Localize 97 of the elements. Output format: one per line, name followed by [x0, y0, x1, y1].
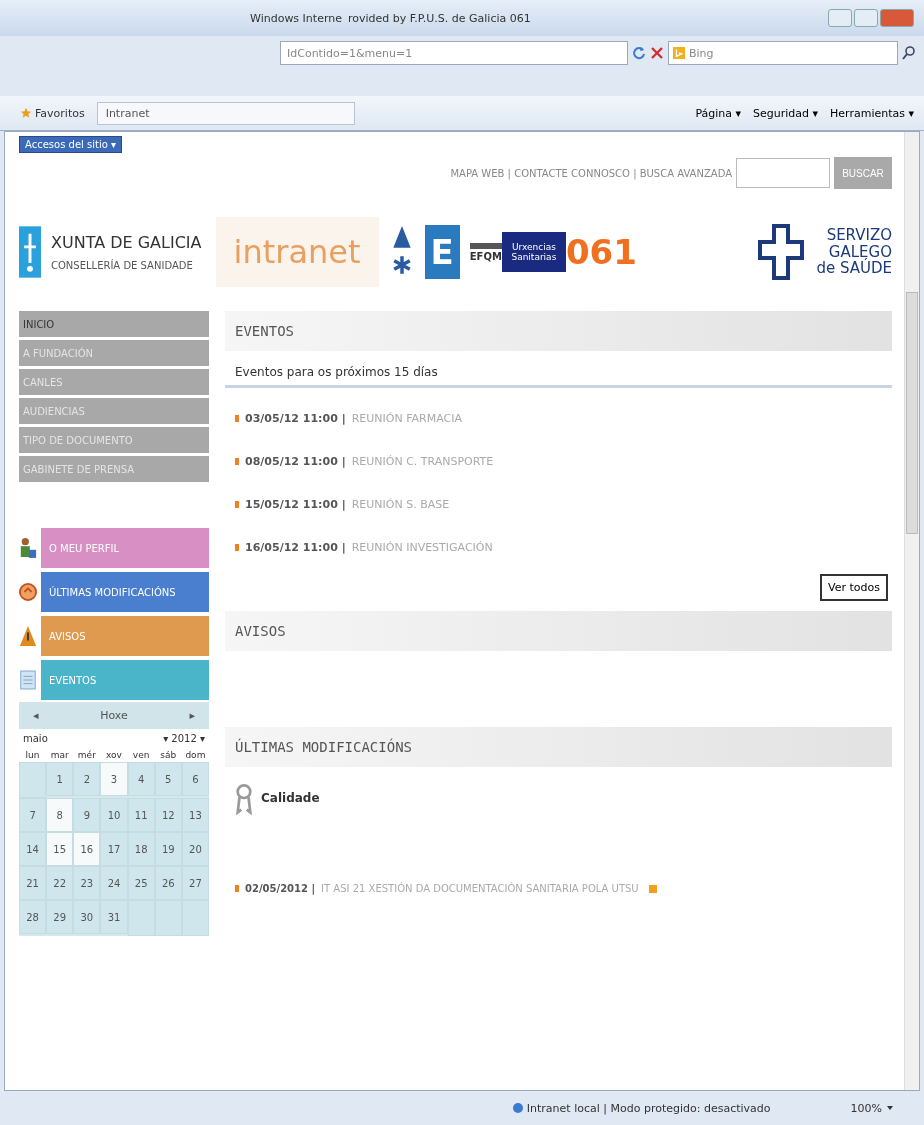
search-icon[interactable] — [902, 46, 916, 60]
section-header: EVENTOS — [225, 311, 892, 351]
bullet-icon — [235, 415, 239, 422]
bullet-icon — [235, 458, 239, 465]
calendar-day[interactable]: 12 — [154, 798, 182, 832]
calendar-day[interactable]: 14 — [19, 832, 47, 866]
month-select[interactable]: maio — [23, 733, 48, 744]
bullet-icon — [235, 544, 239, 551]
emergency-logo: Urxencias Sanitarias — [501, 232, 566, 272]
calendar-day[interactable]: 18 — [127, 832, 155, 866]
calendar-day[interactable]: 1 — [46, 762, 74, 796]
caret-icon — [886, 1104, 894, 1112]
people-icon — [19, 535, 37, 561]
calendar-day[interactable]: 25 — [127, 866, 155, 900]
calendar-day[interactable]: 22 — [46, 866, 74, 900]
calendar-day[interactable]: 19 — [154, 832, 182, 866]
external-link-icon[interactable] — [648, 884, 657, 893]
site-access-menu[interactable]: Accesos del sitio ▾ — [19, 136, 122, 153]
calendar-day[interactable]: 5 — [154, 762, 182, 796]
address-field[interactable]: IdContido=1&menu=1 — [280, 41, 628, 65]
security-zone: Intranet local | Modo protegido: desactivado — [512, 1101, 771, 1115]
calendar-day[interactable]: 23 — [73, 866, 101, 900]
event-date: 08/05/12 11:00 | — [245, 455, 346, 468]
calendar-day[interactable]: 30 — [73, 900, 101, 934]
category-title: Calidade — [261, 791, 320, 805]
today-button[interactable]: Hoxe — [94, 708, 134, 723]
calendar-day[interactable]: 16 — [73, 832, 101, 866]
star-icon — [20, 107, 32, 119]
bullet-icon — [235, 501, 239, 508]
shortcut-item[interactable]: ÚLTIMAS MODIFICACIÓNS — [41, 572, 209, 612]
service-logo-text: SERVIZO GALEGO de SAÚDE — [816, 227, 892, 277]
calendar-day[interactable]: 8 — [46, 798, 74, 832]
favorites-button[interactable]: Favoritos — [20, 106, 85, 120]
calendar-day[interactable]: 28 — [19, 900, 47, 934]
weekday-label: mér — [73, 748, 101, 762]
search-field[interactable]: Bing — [668, 41, 898, 65]
calendar-day[interactable]: 7 — [19, 798, 47, 832]
event-date: 15/05/12 11:00 | — [245, 498, 346, 511]
command-menu[interactable]: Seguridad ▾ — [751, 104, 821, 122]
nav-item[interactable]: INICIO — [19, 311, 209, 337]
next-month-button[interactable]: ▸ — [183, 708, 201, 723]
bullet-icon — [235, 885, 239, 892]
calendar-day[interactable]: 15 — [46, 832, 74, 866]
organization-name: XUNTA DE GALICIA — [51, 233, 202, 252]
calendar-day[interactable]: 6 — [181, 762, 209, 796]
command-menu[interactable]: Herramientas ▾ — [828, 104, 916, 122]
calendar-day[interactable]: 11 — [127, 798, 155, 832]
scrollbar[interactable] — [904, 132, 919, 1090]
calendar-day[interactable]: 20 — [181, 832, 209, 866]
refresh-icon[interactable] — [632, 46, 646, 60]
calendar-day[interactable]: 13 — [181, 798, 209, 832]
calendar-day[interactable]: 29 — [46, 900, 74, 934]
window-title: rovided by F.P.U.S. de Galicia 061 — [347, 11, 531, 25]
calendar-icon — [19, 667, 37, 693]
view-all-button[interactable]: Ver todos — [820, 574, 888, 601]
calendar-day[interactable]: 3 — [100, 762, 128, 796]
weekday-label: dom — [181, 748, 209, 762]
section-header: ÚLTIMAS MODIFICACIÓNS — [225, 727, 892, 767]
maximize-button[interactable] — [854, 9, 878, 27]
calendar-day[interactable]: 17 — [100, 832, 128, 866]
weekday-label: xov — [100, 748, 128, 762]
e-logo: E — [424, 225, 460, 279]
intranet-banner: intranet — [215, 217, 379, 287]
calendar-day[interactable]: 31 — [100, 900, 128, 934]
weekday-label: sáb — [154, 748, 182, 762]
zoom-control[interactable]: 100% — [850, 1101, 894, 1115]
event-date: 03/05/12 11:00 | — [245, 412, 346, 425]
calendar-day[interactable]: 26 — [154, 866, 182, 900]
calendar-day[interactable]: 27 — [181, 866, 209, 900]
minimize-button[interactable] — [828, 9, 852, 27]
browser-tab[interactable]: Intranet — [96, 101, 355, 125]
department-name: CONSELLERÍA DE SANIDADE — [51, 260, 194, 271]
window-title: Windows Interne — [250, 11, 342, 25]
calendar-day[interactable]: 24 — [100, 866, 128, 900]
close-button[interactable] — [880, 9, 914, 27]
weekday-label: lun — [19, 748, 47, 762]
section-header: AVISOS — [225, 611, 892, 651]
search-provider-icon — [673, 47, 685, 59]
year-select[interactable]: ▾ 2012 ▾ — [163, 733, 205, 744]
cross-icon — [756, 222, 807, 282]
search-input[interactable] — [736, 158, 830, 188]
weekday-label: ven — [127, 748, 155, 762]
calendar-day[interactable]: 4 — [127, 762, 155, 796]
weekday-label: mar — [46, 748, 74, 762]
stop-icon[interactable] — [650, 46, 664, 60]
calendar-day[interactable]: 2 — [73, 762, 101, 796]
previous-month-button[interactable]: ◂ — [27, 708, 45, 723]
section-subtitle: Eventos para os próximos 15 días — [225, 351, 892, 388]
emergency-number: 061 — [565, 232, 637, 272]
calendar-day[interactable]: 9 — [73, 798, 101, 832]
calendar-day[interactable]: 10 — [100, 798, 128, 832]
calendar-day[interactable]: 21 — [19, 866, 47, 900]
command-menu[interactable]: Página ▾ — [693, 104, 744, 122]
top-links[interactable]: MAPA WEB | CONTACTE CONNOSCO | BUSCA AVANZADA — [450, 167, 732, 179]
award-icon — [235, 781, 253, 815]
event-date: 16/05/12 11:00 | — [245, 541, 346, 554]
update-date: 02/05/2012 | — [245, 883, 316, 894]
